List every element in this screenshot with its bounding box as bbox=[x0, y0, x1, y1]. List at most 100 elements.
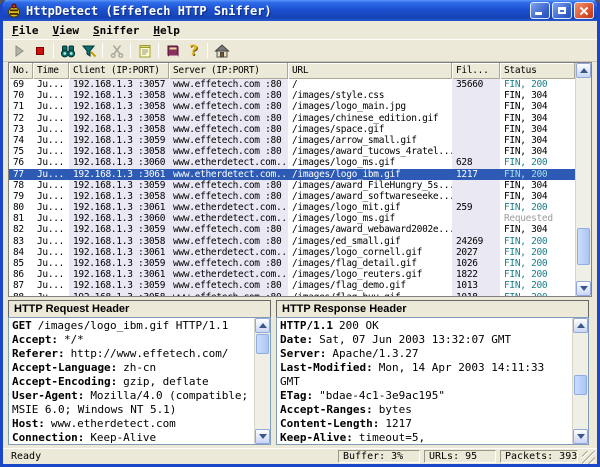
column-header-filesize[interactable]: Fil... bbox=[452, 63, 500, 79]
table-row[interactable]: 78 Ju... 192.168.1.3 :3059 www.effetech.… bbox=[9, 180, 575, 191]
table-row[interactable]: 71 Ju... 192.168.1.3 :3058 www.effetech.… bbox=[9, 101, 575, 112]
arrow-down-icon bbox=[259, 434, 267, 443]
title-bar[interactable]: HttpDetect (EffeTech HTTP Sniffer) bbox=[3, 0, 597, 21]
view-log-button[interactable] bbox=[134, 41, 155, 60]
table-row[interactable]: 74 Ju... 192.168.1.3 :3059 www.effetech.… bbox=[9, 135, 575, 146]
cell-url: /images/award_softwareseeke... bbox=[288, 191, 452, 202]
cut-icon bbox=[109, 43, 125, 59]
column-header-client[interactable]: Client (IP:PORT) bbox=[69, 63, 169, 79]
table-row[interactable]: 79 Ju... 192.168.1.3 :3058 www.effetech.… bbox=[9, 191, 575, 202]
cell-filesize bbox=[452, 124, 500, 135]
table-row[interactable]: 81 Ju... 192.168.1.3 :3060 www.etherdete… bbox=[9, 213, 575, 224]
scroll-thumb[interactable] bbox=[256, 334, 269, 354]
cell-filesize: 24269 bbox=[452, 236, 500, 247]
cell-status: FIN, 304 bbox=[500, 113, 575, 124]
minimize-button[interactable] bbox=[530, 2, 550, 19]
column-header-status[interactable]: Status bbox=[500, 63, 575, 79]
table-row[interactable]: 83 Ju... 192.168.1.3 :3058 www.effetech.… bbox=[9, 236, 575, 247]
menu-item[interactable]: File bbox=[6, 22, 47, 39]
cell-time: Ju... bbox=[33, 224, 69, 235]
cell-status: FIN, 200 bbox=[500, 292, 575, 296]
cell-no: 88 bbox=[9, 292, 33, 296]
header-line: Accept-Language:zh-cn bbox=[12, 361, 251, 375]
table-row[interactable]: 73 Ju... 192.168.1.3 :3058 www.effetech.… bbox=[9, 124, 575, 135]
cell-client: 192.168.1.3 :3061 bbox=[69, 202, 169, 213]
cell-time: Ju... bbox=[33, 113, 69, 124]
cell-server: www.etherdetect.com... bbox=[169, 169, 288, 180]
toolbar: ? bbox=[3, 40, 597, 62]
table-row[interactable]: 86 Ju... 192.168.1.3 :3061 www.etherdete… bbox=[9, 269, 575, 280]
cell-url: /images/ed_small.gif bbox=[288, 236, 452, 247]
response-panel: HTTP Response Header HTTP/1.1200 OKDate:… bbox=[276, 300, 589, 445]
resize-grip[interactable] bbox=[582, 451, 595, 464]
cell-time: Ju... bbox=[33, 157, 69, 168]
cell-filesize bbox=[452, 191, 500, 202]
table-row[interactable]: 76 Ju... 192.168.1.3 :3060 www.etherdete… bbox=[9, 157, 575, 168]
column-header-url[interactable]: URL bbox=[288, 63, 452, 79]
packets-count: Packets: 393 bbox=[500, 450, 578, 463]
request-panel-scrollbar[interactable] bbox=[254, 318, 270, 444]
scroll-track[interactable] bbox=[573, 333, 588, 429]
menu-item[interactable]: Help bbox=[147, 22, 188, 39]
scroll-track[interactable] bbox=[576, 78, 591, 281]
header-field-value: zh-cn bbox=[123, 361, 156, 374]
header-field-value: */* bbox=[64, 333, 84, 346]
table-scrollbar[interactable] bbox=[575, 63, 591, 296]
header-field-name: Referer: bbox=[12, 347, 65, 360]
close-button[interactable] bbox=[574, 2, 594, 19]
cell-filesize: 1026 bbox=[452, 258, 500, 269]
close-icon bbox=[579, 6, 589, 16]
app-window: HttpDetect (EffeTech HTTP Sniffer) FileV… bbox=[0, 0, 600, 467]
scroll-down-button[interactable] bbox=[255, 429, 270, 444]
menu-item[interactable]: Sniffer bbox=[87, 22, 147, 39]
table-row[interactable]: 84 Ju... 192.168.1.3 :3061 www.etherdete… bbox=[9, 247, 575, 258]
cell-server: www.etherdetect.com... bbox=[169, 269, 288, 280]
table-row[interactable]: 69 Ju... 192.168.1.3 :3057 www.effetech.… bbox=[9, 79, 575, 90]
table-row[interactable]: 82 Ju... 192.168.1.3 :3059 www.effetech.… bbox=[9, 224, 575, 235]
scroll-thumb[interactable] bbox=[574, 375, 587, 395]
table-row[interactable]: 88 Ju... 192.168.1.3 :3058 www.effetech.… bbox=[9, 292, 575, 296]
scroll-down-button[interactable] bbox=[573, 429, 588, 444]
column-header-time[interactable]: Time bbox=[33, 63, 69, 79]
column-header-server[interactable]: Server (IP:PORT) bbox=[169, 63, 288, 79]
find-button[interactable] bbox=[57, 41, 78, 60]
cut-button[interactable] bbox=[106, 41, 127, 60]
cell-url: /images/logo_ms.gif bbox=[288, 213, 452, 224]
cell-time: Ju... bbox=[33, 191, 69, 202]
status-message: Ready bbox=[11, 451, 338, 462]
help-button[interactable]: ? bbox=[183, 41, 204, 60]
table-row[interactable]: 80 Ju... 192.168.1.3 :3061 www.etherdete… bbox=[9, 202, 575, 213]
stop-capture-button[interactable] bbox=[29, 41, 50, 60]
maximize-button[interactable] bbox=[552, 2, 572, 19]
cell-filesize bbox=[452, 135, 500, 146]
minimize-icon bbox=[535, 12, 542, 15]
cell-client: 192.168.1.3 :3059 bbox=[69, 258, 169, 269]
column-header-no[interactable]: No. bbox=[9, 63, 33, 79]
cell-client: 192.168.1.3 :3060 bbox=[69, 213, 169, 224]
table-row[interactable]: 77 Ju... 192.168.1.3 :3061 www.etherdete… bbox=[9, 169, 575, 180]
table-row[interactable]: 70 Ju... 192.168.1.3 :3058 www.effetech.… bbox=[9, 90, 575, 101]
scroll-up-button[interactable] bbox=[576, 63, 591, 78]
scroll-up-button[interactable] bbox=[255, 318, 270, 333]
start-capture-button[interactable] bbox=[8, 41, 29, 60]
scroll-track[interactable] bbox=[255, 333, 270, 429]
menu-item[interactable]: View bbox=[47, 22, 88, 39]
cell-url: /images/style.css bbox=[288, 90, 452, 101]
header-field-name: User-Agent: bbox=[12, 389, 84, 402]
cell-no: 74 bbox=[9, 135, 33, 146]
help-contents-button[interactable] bbox=[162, 41, 183, 60]
table-row[interactable]: 75 Ju... 192.168.1.3 :3058 www.effetech.… bbox=[9, 146, 575, 157]
scroll-up-button[interactable] bbox=[573, 318, 588, 333]
table-row[interactable]: 85 Ju... 192.168.1.3 :3059 www.effetech.… bbox=[9, 258, 575, 269]
scroll-thumb[interactable] bbox=[577, 228, 590, 265]
cell-url: /images/flag_buy.gif bbox=[288, 292, 452, 296]
cell-no: 77 bbox=[9, 169, 33, 180]
table-row[interactable]: 87 Ju... 192.168.1.3 :3059 www.effetech.… bbox=[9, 280, 575, 291]
status-bar: Ready Buffer: 3% URLs: 95 Packets: 393 bbox=[3, 448, 597, 464]
scroll-down-button[interactable] bbox=[576, 281, 591, 296]
filter-button[interactable] bbox=[78, 41, 99, 60]
table-row[interactable]: 72 Ju... 192.168.1.3 :3058 www.effetech.… bbox=[9, 113, 575, 124]
response-panel-scrollbar[interactable] bbox=[572, 318, 588, 444]
home-button[interactable] bbox=[211, 41, 232, 60]
cell-filesize: 1013 bbox=[452, 280, 500, 291]
